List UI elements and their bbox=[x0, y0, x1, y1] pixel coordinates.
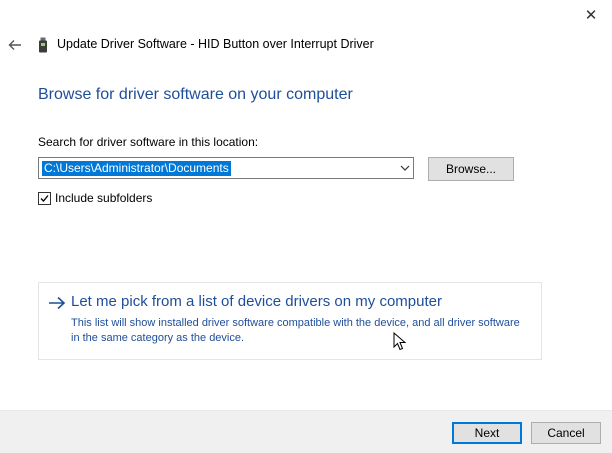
usb-device-icon bbox=[39, 37, 47, 53]
browse-button[interactable]: Browse... bbox=[428, 157, 514, 181]
pick-from-list-description: This list will show installed driver sof… bbox=[71, 317, 520, 344]
back-button[interactable] bbox=[4, 34, 26, 56]
close-icon: ✕ bbox=[584, 7, 598, 24]
pick-from-list-option[interactable]: Let me pick from a list of device driver… bbox=[38, 282, 542, 360]
mouse-cursor-icon bbox=[393, 332, 407, 351]
search-path-combobox[interactable]: C:\Users\Administrator\Documents bbox=[38, 157, 414, 179]
next-button[interactable]: Next bbox=[452, 422, 522, 444]
back-arrow-icon bbox=[8, 40, 21, 50]
close-button[interactable]: ✕ bbox=[570, 0, 612, 30]
pick-from-list-title[interactable]: Let me pick from a list of device driver… bbox=[71, 293, 442, 310]
window-title: Update Driver Software - HID Button over… bbox=[57, 37, 374, 51]
chevron-down-icon[interactable] bbox=[400, 163, 410, 173]
include-subfolders-label[interactable]: Include subfolders bbox=[55, 191, 152, 205]
search-location-label: Search for driver software in this locat… bbox=[38, 135, 259, 149]
cancel-button[interactable]: Cancel bbox=[531, 422, 601, 444]
include-subfolders-option[interactable]: Include subfolders bbox=[38, 191, 152, 205]
checkmark-icon bbox=[40, 194, 49, 202]
search-path-value[interactable]: C:\Users\Administrator\Documents bbox=[42, 161, 231, 176]
page-heading: Browse for driver software on your compu… bbox=[38, 86, 353, 103]
include-subfolders-checkbox[interactable] bbox=[38, 191, 51, 205]
right-arrow-icon bbox=[49, 296, 66, 310]
dialog-footer: Next Cancel bbox=[0, 410, 612, 453]
